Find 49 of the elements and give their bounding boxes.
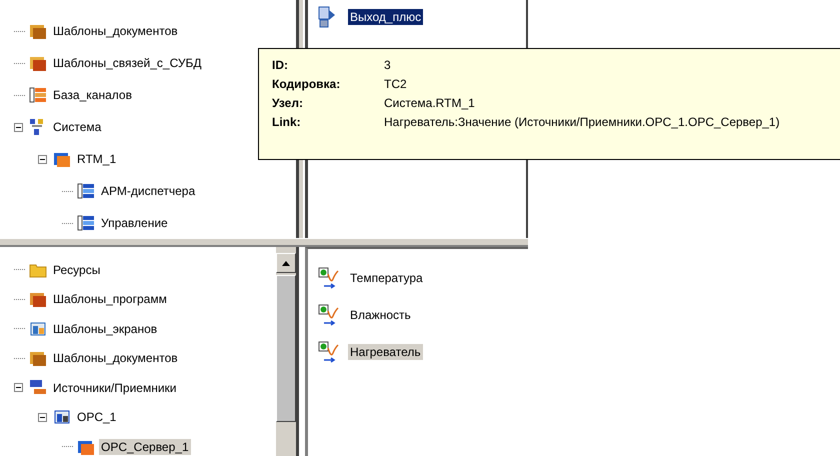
signal-icon [318, 266, 340, 288]
tree-item[interactable]: RTM_1 [75, 151, 118, 167]
scroll-up-button[interactable] [276, 253, 296, 273]
list-item[interactable]: Нагреватель [348, 344, 423, 360]
tree-node-icon [77, 214, 95, 232]
collapse-toggle[interactable] [38, 154, 49, 164]
tree-item[interactable]: Шаблоны_экранов [51, 320, 160, 337]
tooltip-value: Нагреватель:Значение (Источники/Приемники.OPC_1.OPC_Сервер_1) [384, 115, 781, 129]
tree-node-icon [29, 86, 47, 104]
up-arrow-icon [282, 260, 290, 266]
tree-item[interactable]: Шаблоны_документов [51, 23, 180, 39]
tooltip-label: ID: [272, 58, 289, 72]
tooltip-value: Система.RTM_1 [384, 96, 476, 110]
tree-node-icon [29, 349, 47, 368]
list-item[interactable]: Температура [348, 270, 425, 286]
tooltip-value: TC2 [384, 77, 408, 91]
tree-item[interactable]: База_каналов [51, 87, 134, 103]
tree-node-icon [53, 150, 71, 168]
tree-node-icon [53, 408, 71, 426]
tree-item[interactable]: Управление [99, 215, 170, 231]
collapse-toggle[interactable] [38, 412, 49, 422]
splitter[interactable] [0, 238, 528, 247]
tree-node-icon [29, 290, 47, 308]
scrollbar[interactable] [276, 247, 296, 456]
tree-item[interactable]: Шаблоны_связей_с_СУБД [51, 55, 204, 71]
signal-icon [318, 340, 340, 362]
tree-item[interactable]: OPC_1 [75, 409, 118, 426]
tooltip-label: Link: [272, 115, 302, 129]
list-item[interactable]: Влажность [348, 306, 413, 322]
tree-item[interactable]: Шаблоны_документов [51, 350, 180, 366]
tooltip-value: 3 [384, 58, 392, 72]
collapse-toggle[interactable] [14, 383, 25, 392]
tooltip-label: Узел: [272, 96, 304, 110]
tree-node-icon [29, 22, 47, 40]
tooltip-label: Кодировка: [272, 77, 342, 91]
tree-node-icon [29, 320, 47, 338]
scroll-thumb[interactable] [276, 275, 296, 422]
list-item[interactable]: Выход_плюс [348, 9, 424, 25]
tree-item[interactable]: Ресурсы [51, 262, 102, 278]
tree-item[interactable]: Система [51, 119, 104, 135]
tree-item[interactable]: OPC_Сервер_1 [99, 438, 191, 455]
tree-node-icon [29, 378, 47, 397]
tree-node-icon [77, 182, 95, 200]
tree-item[interactable]: Шаблоны_программ [51, 291, 169, 308]
tree-item[interactable]: Источники/Приемники [51, 380, 178, 396]
signal-icon [318, 304, 340, 326]
tree-node-icon [29, 54, 47, 72]
collapse-toggle[interactable] [14, 122, 25, 132]
tree-item[interactable]: АРМ-диспетчера [99, 183, 198, 199]
